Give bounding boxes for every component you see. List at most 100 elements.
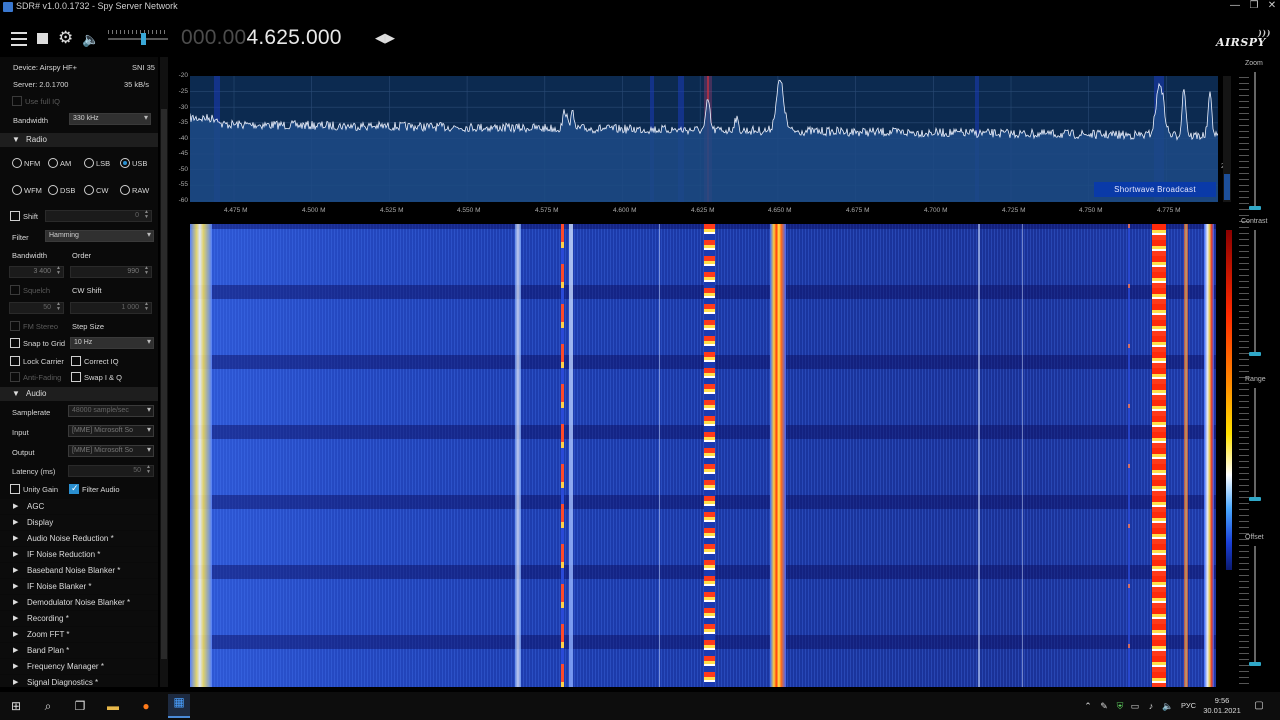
left-panel-scrollbar[interactable] [160, 57, 168, 687]
order-input[interactable]: 990 ▲ ▼ [70, 266, 152, 278]
output-device-select[interactable]: [MME] Microsoft So ▾ [68, 445, 154, 457]
spectrum-scrollbar-thumb[interactable] [1224, 174, 1230, 200]
band-plan-label[interactable]: Shortwave Broadcast [1094, 182, 1216, 197]
use-full-iq-label: Use full IQ [25, 97, 61, 106]
latency-input[interactable]: 50 ▲ ▼ [68, 465, 154, 477]
tray-volume-icon[interactable]: ♪ [1145, 698, 1157, 714]
plugin-display[interactable]: ▶ Display [0, 515, 158, 530]
left-panel-scrollbar-thumb[interactable] [161, 109, 167, 659]
fm-stereo-label: FM Stereo [23, 322, 59, 331]
spectrum-y-label: -20 [178, 72, 188, 79]
fm-stereo-checkbox[interactable] [10, 321, 20, 331]
mode-radio-lsb[interactable] [84, 158, 94, 168]
squelch-checkbox[interactable] [10, 285, 20, 295]
radio-section-header[interactable]: ▼ Radio [0, 133, 158, 147]
snap-to-grid-checkbox[interactable] [10, 338, 20, 348]
plugin-if-noise-reduction[interactable]: ▶ IF Noise Reduction * [0, 547, 158, 562]
plugin-audio-noise-reduction[interactable]: ▶ Audio Noise Reduction * [0, 531, 158, 546]
use-full-iq-checkbox[interactable] [12, 96, 22, 106]
stop-icon[interactable] [37, 33, 48, 44]
anti-fading-checkbox[interactable] [10, 372, 20, 382]
offset-slider[interactable] [1254, 546, 1256, 664]
tuning-arrows-icon[interactable]: ◀▶ [375, 30, 395, 46]
tray-speaker-icon[interactable]: 🔈 [1162, 698, 1174, 714]
unity-gain-checkbox[interactable] [10, 484, 20, 494]
shift-checkbox[interactable] [10, 211, 20, 221]
contrast-slider-thumb[interactable] [1249, 352, 1261, 356]
waterfall-signal-trace [190, 224, 212, 687]
task-view-icon[interactable]: ❐ [72, 698, 88, 714]
spectrum-plot[interactable] [190, 76, 1218, 202]
frequency-display[interactable]: 000.004.625.000 [181, 26, 342, 50]
mode-radio-usb[interactable] [120, 158, 130, 168]
restore-button[interactable]: ❐ [1245, 0, 1263, 14]
step-size-select[interactable]: 10 Hz ▾ [70, 337, 154, 349]
cw-shift-input[interactable]: 1 000 ▲ ▼ [70, 302, 152, 314]
filter-select[interactable]: Hamming ▾ [45, 230, 154, 242]
spectrum-svg [190, 76, 1218, 202]
swap-iq-checkbox[interactable] [71, 372, 81, 382]
mode-radio-raw[interactable] [120, 185, 130, 195]
notification-icon[interactable]: ▢ [1252, 698, 1266, 714]
hamburger-menu-icon[interactable] [11, 32, 27, 48]
mode-radio-cw[interactable] [84, 185, 94, 195]
lock-carrier-label: Lock Carrier [23, 357, 64, 366]
tray-overflow-icon[interactable]: ⌃ [1083, 698, 1093, 714]
device-label: Device: Airspy HF+ [13, 63, 77, 72]
audio-section-header[interactable]: ▼ Audio [0, 387, 158, 401]
language-indicator[interactable]: РУС [1181, 701, 1196, 710]
spectrum-x-label: 4.525 M [380, 207, 404, 214]
plugin-zoom-fft[interactable]: ▶ Zoom FFT * [0, 627, 158, 642]
left-panel: Device: Airspy HF+ SNI 35 Server: 2.0.17… [0, 57, 158, 687]
windows-start-icon[interactable]: ⊞ [8, 698, 24, 714]
range-slider-thumb[interactable] [1249, 497, 1261, 501]
range-slider[interactable] [1254, 388, 1256, 498]
squelch-input[interactable]: 50 ▲ ▼ [9, 302, 64, 314]
tray-network-icon[interactable]: ▭ [1129, 698, 1141, 714]
samplerate-select[interactable]: 48000 sample/sec ▾ [68, 405, 154, 417]
plugin-signal-diagnostics[interactable]: ▶ Signal Diagnostics * [0, 675, 158, 687]
file-explorer-icon[interactable]: ▬ [105, 698, 121, 714]
lock-carrier-checkbox[interactable] [10, 356, 20, 366]
plugin-if-noise-blanker[interactable]: ▶ IF Noise Blanker * [0, 579, 158, 594]
volume-slider-thumb[interactable] [141, 33, 146, 45]
filter-bandwidth-input[interactable]: 3 400 ▲ ▼ [9, 266, 64, 278]
sdr-sharp-taskbar-icon[interactable]: ▦ [168, 694, 190, 718]
shift-input[interactable]: 0 ▲ ▼ [45, 210, 152, 222]
contrast-slider[interactable] [1254, 230, 1256, 355]
plugin-demodulator-noise-blanker[interactable]: ▶ Demodulator Noise Blanker * [0, 595, 158, 610]
minimize-button[interactable]: — [1226, 0, 1244, 14]
correct-iq-checkbox[interactable] [71, 356, 81, 366]
mode-radio-dsb[interactable] [48, 185, 58, 195]
gear-icon[interactable]: ⚙ [58, 29, 73, 46]
search-icon[interactable]: ⌕ [40, 698, 56, 714]
volume-slider[interactable] [108, 30, 168, 45]
filter-audio-checkbox[interactable] [69, 483, 79, 494]
tray-shield-icon[interactable]: ⛨ [1114, 698, 1126, 714]
airspy-logo: AIRSPY))) [1216, 28, 1271, 49]
offset-slider-thumb[interactable] [1249, 662, 1261, 666]
correct-iq-label: Correct IQ [84, 357, 119, 366]
plugin-baseband-noise-blanker[interactable]: ▶ Baseband Noise Blanker * [0, 563, 158, 578]
plugin-agc[interactable]: ▶ AGC [0, 499, 158, 514]
mode-radio-wfm[interactable] [12, 185, 22, 195]
speaker-icon[interactable]: 🔈 [82, 31, 99, 47]
spectrum-y-label: -25 [178, 88, 188, 95]
waterfall-display[interactable] [190, 224, 1216, 687]
spectrum-y-label: -55 [178, 181, 188, 188]
clock[interactable]: 9:56 30.01.2021 [1197, 696, 1247, 716]
plugin-band-plan[interactable]: ▶ Band Plan * [0, 643, 158, 658]
spectrum-x-label: 4.650 M [768, 207, 792, 214]
zoom-slider[interactable] [1254, 72, 1256, 207]
close-button[interactable]: ✕ [1263, 0, 1280, 14]
mode-radio-nfm[interactable] [12, 158, 22, 168]
spectrum-scrollbar[interactable] [1223, 76, 1231, 202]
zoom-slider-thumb[interactable] [1249, 206, 1261, 210]
tray-app-icon[interactable]: ✎ [1098, 698, 1110, 714]
input-device-select[interactable]: [MME] Microsoft So ▾ [68, 425, 154, 437]
mode-radio-am[interactable] [48, 158, 58, 168]
firefox-icon[interactable]: ● [138, 698, 154, 714]
plugin-recording[interactable]: ▶ Recording * [0, 611, 158, 626]
device-bandwidth-select[interactable]: 330 kHz ▾ [69, 113, 151, 125]
plugin-frequency-manager[interactable]: ▶ Frequency Manager * [0, 659, 158, 674]
